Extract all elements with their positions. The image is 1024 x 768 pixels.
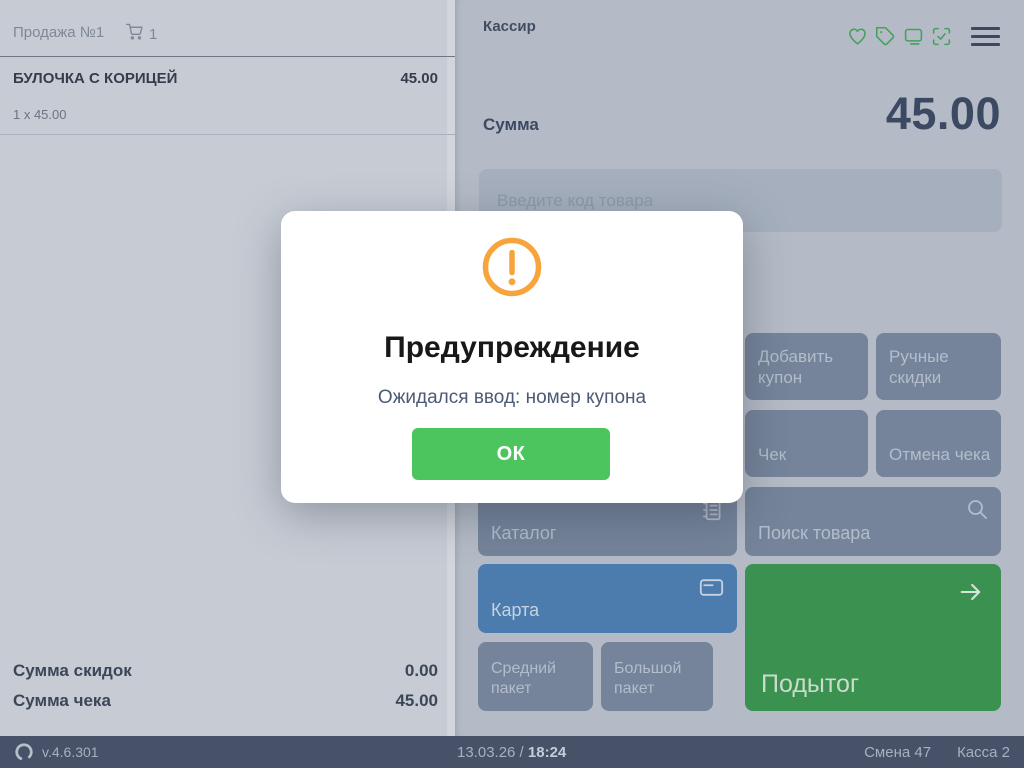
search-icon — [965, 497, 989, 526]
discount-total-row: Сумма скидок 0.00 — [0, 656, 455, 686]
item-name: БУЛОЧКА С КОРИЦЕЙ — [13, 70, 178, 87]
credit-card-icon — [698, 574, 725, 606]
cart-icon — [126, 23, 143, 45]
time-text: 18:24 — [527, 744, 567, 761]
receipt-label: Чек — [758, 445, 787, 464]
big-bag-label: Большой пакет — [614, 660, 682, 697]
warning-modal: Предупреждение Ожидался ввод: номер купо… — [281, 211, 743, 503]
warning-circle-icon — [480, 235, 544, 304]
app-version: v.4.6.301 — [42, 744, 99, 760]
modal-title: Предупреждение — [384, 331, 640, 364]
scan-check-icon[interactable] — [931, 26, 952, 47]
sum-label: Сумма — [483, 115, 539, 134]
pos-screen: Продажа №1 1 БУЛОЧКА С КОРИЦЕЙ 45.00 1 x… — [0, 0, 1024, 768]
cancel-receipt-label: Отмена чека — [889, 445, 991, 464]
statusbar-right: Смена 47 Касса 2 — [864, 744, 1010, 761]
cancel-receipt-button[interactable]: Отмена чека — [876, 410, 1001, 477]
subtotal-button[interactable]: Подытог — [745, 564, 1001, 711]
discount-total-label: Сумма скидок — [13, 661, 132, 680]
tag-icon[interactable] — [875, 26, 896, 47]
card-payment-button[interactable]: Карта — [478, 564, 737, 633]
receipt-total-value: 45.00 — [395, 691, 438, 710]
medium-bag-label: Средний пакет — [491, 660, 557, 697]
receipt-total-label: Сумма чека — [13, 691, 111, 710]
arrow-right-icon — [957, 578, 985, 609]
subtotal-label: Подытог — [761, 670, 860, 698]
cart-indicator: 1 — [126, 23, 157, 45]
medium-bag-button[interactable]: Средний пакет — [478, 642, 593, 711]
datetime-separator: / — [515, 744, 528, 761]
search-product-button[interactable]: Поиск товара — [745, 487, 1001, 556]
sale-title: Продажа №1 — [13, 24, 105, 41]
cashier-label: Кассир — [483, 18, 536, 35]
discount-total-value: 0.00 — [404, 661, 438, 680]
shift-label: Смена 47 — [864, 744, 932, 761]
app-logo-icon — [14, 742, 34, 767]
monitor-icon[interactable] — [903, 26, 924, 47]
catalog-label: Каталог — [491, 523, 557, 543]
item-quantity: 1 x 45.00 — [13, 107, 67, 122]
receipt-item-row[interactable]: БУЛОЧКА С КОРИЦЕЙ 45.00 1 x 45.00 — [0, 57, 455, 135]
totals-block: Сумма скидок 0.00 Сумма чека 45.00 — [0, 656, 455, 716]
status-bar: v.4.6.301 13.03.26 / 18:24 Смена 47 Касс… — [0, 736, 1024, 768]
register-label: Касса 2 — [957, 744, 1010, 761]
menu-icon[interactable] — [971, 26, 1000, 46]
manual-discounts-label: Ручные скидки — [889, 347, 949, 387]
date-text: 13.03.26 — [457, 744, 516, 761]
add-coupon-button[interactable]: Добавить купон — [745, 333, 868, 400]
sale-header: Продажа №1 1 — [0, 0, 455, 57]
heart-icon[interactable] — [847, 26, 868, 47]
modal-message: Ожидался ввод: номер купона — [377, 387, 647, 408]
search-product-label: Поиск товара — [758, 523, 871, 543]
card-label: Карта — [491, 600, 540, 620]
datetime: 13.03.26 / 18:24 — [457, 744, 566, 761]
header-icons — [847, 26, 952, 47]
big-bag-button[interactable]: Большой пакет — [601, 642, 713, 711]
receipt-button[interactable]: Чек — [745, 410, 868, 477]
add-coupon-label: Добавить купон — [758, 347, 834, 387]
ok-button[interactable]: ОК — [412, 428, 610, 480]
manual-discounts-button[interactable]: Ручные скидки — [876, 333, 1001, 400]
item-price: 45.00 — [400, 70, 438, 87]
cart-count: 1 — [149, 25, 158, 43]
receipt-total-row: Сумма чека 45.00 — [0, 686, 455, 716]
sum-value: 45.00 — [885, 88, 1001, 139]
